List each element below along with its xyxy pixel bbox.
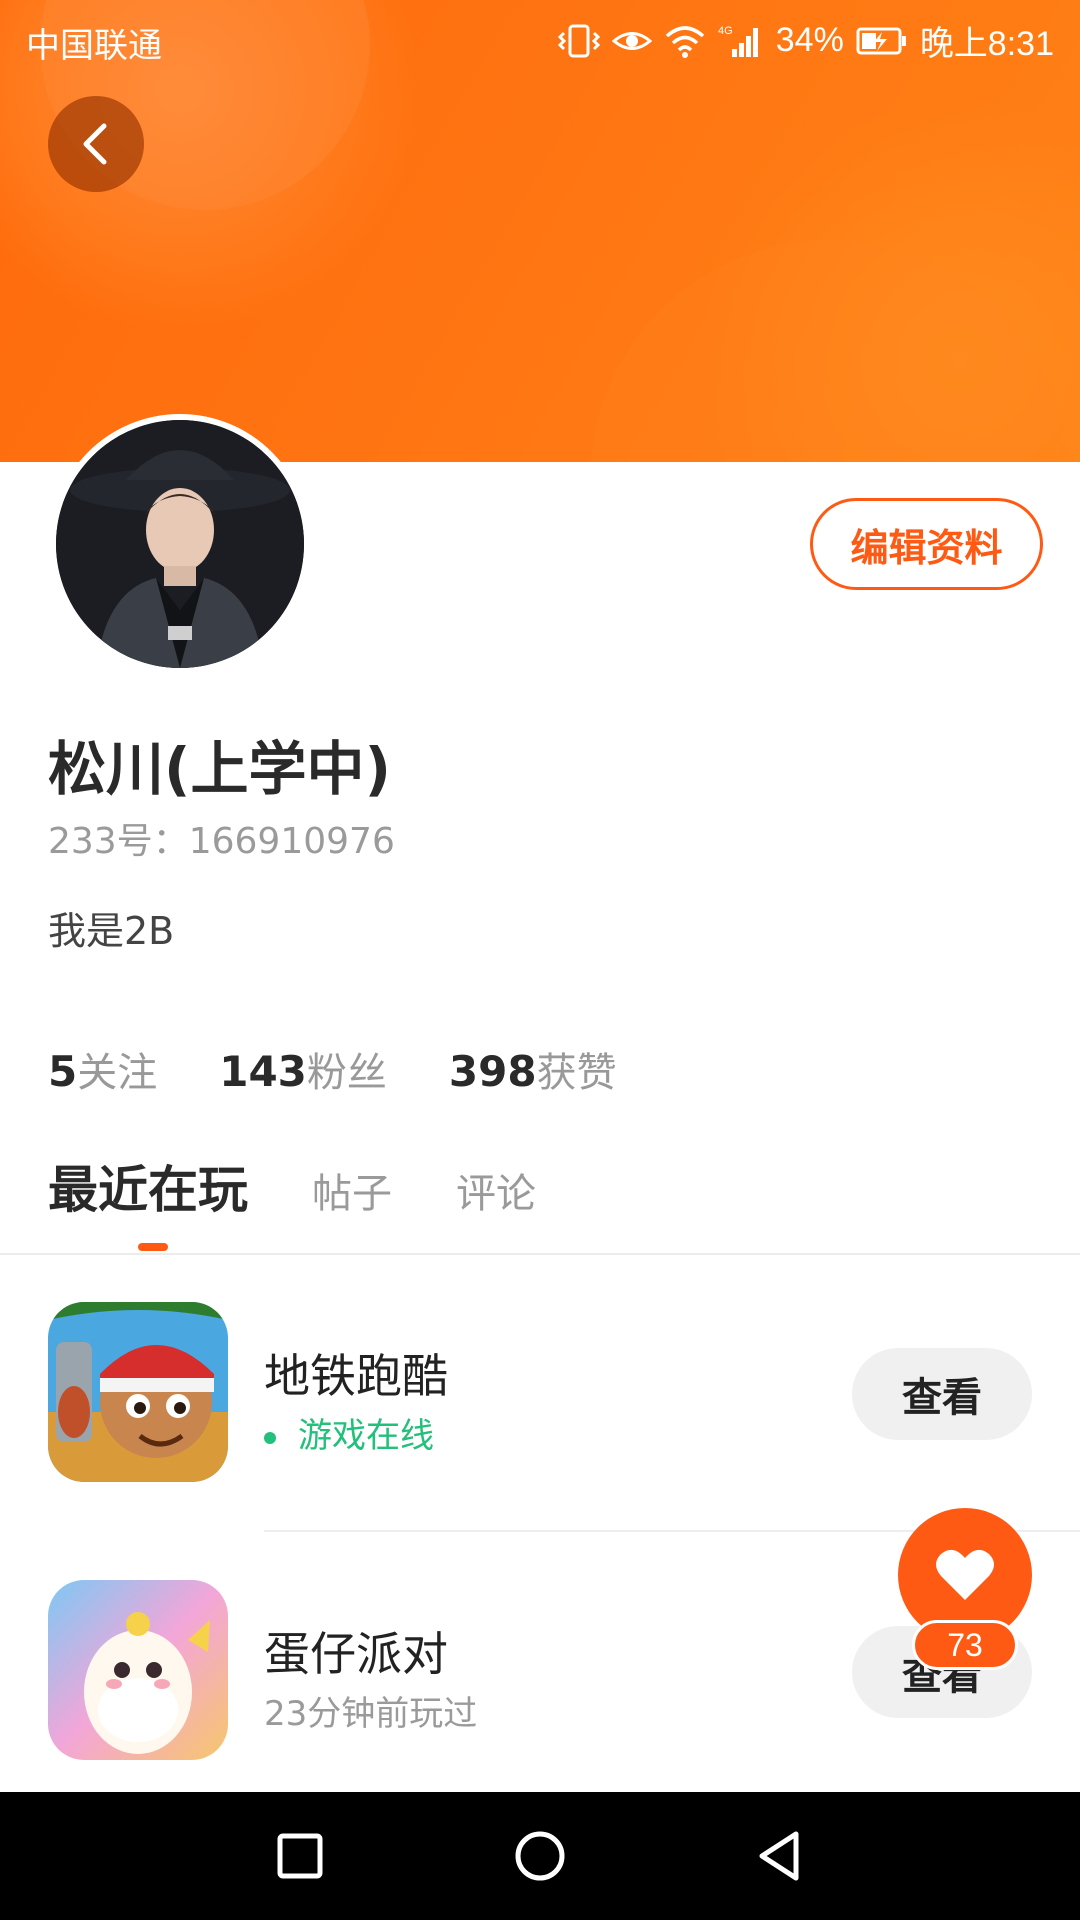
content-tabs: 最近在玩 帖子 评论 [48,1150,536,1222]
svg-text:4G: 4G [718,25,733,37]
subway-surfers-icon [48,1302,228,1482]
tab-recently-played[interactable]: 最近在玩 [48,1150,248,1222]
game-status: 游戏在线 [264,1408,434,1457]
signal-icon: 4G [718,25,758,57]
vibrate-icon [557,24,600,57]
profile-id: 233号：166910976 [48,821,395,862]
stat-followers[interactable]: 143粉丝 [219,1040,387,1098]
battery-charging-icon [856,27,906,54]
stat-value: 143 [219,1047,307,1096]
avatar-illustration [56,420,304,668]
game-title: 蛋仔派对 [264,1627,448,1681]
back-triangle-icon[interactable] [750,1826,810,1886]
stat-label: 关注 [77,1050,158,1096]
eye-icon [611,31,652,50]
stat-likes[interactable]: 398获赞 [449,1040,617,1098]
stat-value: 5 [48,1047,78,1096]
battery-percent: 34% [775,21,844,59]
online-dot-icon [264,1431,276,1444]
eggy-party-icon [48,1580,228,1760]
avatar-image [56,420,304,668]
avatar[interactable] [50,414,310,674]
stat-value: 398 [448,1047,537,1096]
heart-icon [936,1549,994,1600]
edit-profile-button[interactable]: 编辑资料 [810,498,1043,590]
stat-following[interactable]: 5关注 [48,1040,157,1098]
game-status-text: 23分钟前玩过 [264,1694,478,1734]
home-circle-icon[interactable] [510,1826,570,1886]
system-nav-bar [0,1792,1080,1920]
status-bar: 中国联通 4G 34% 晚上8:31 [0,0,1080,74]
stat-label: 粉丝 [306,1050,387,1096]
tab-comments[interactable]: 评论 [456,1161,536,1219]
status-icons: 4G 34% 晚上8:31 [557,16,1054,65]
chevron-left-icon [83,123,107,165]
tab-active-indicator [138,1243,168,1251]
game-title: 地铁跑酷 [264,1349,448,1403]
tab-posts[interactable]: 帖子 [312,1161,392,1219]
profile-name: 松川(上学中) [48,735,392,803]
stat-label: 获赞 [536,1050,617,1096]
like-count-badge: 73 [912,1620,1018,1670]
divider [0,1253,1080,1255]
back-button[interactable] [48,96,144,192]
profile-bio: 我是2B [48,909,175,953]
list-item[interactable]: 地铁跑酷 游戏在线 查看 [0,1300,1080,1500]
view-button[interactable]: 查看 [852,1348,1032,1440]
wifi-icon [665,25,704,58]
banner-decoration [590,240,1070,462]
game-status-text: 游戏在线 [298,1416,434,1456]
clock: 晚上8:31 [919,25,1054,63]
carrier-label: 中国联通 [26,27,162,65]
profile-stats: 5关注 143粉丝 398获赞 [48,1040,617,1098]
recents-square-icon[interactable] [270,1826,330,1886]
profile-banner: 中国联通 4G 34% 晚上8:31 [0,0,1080,462]
